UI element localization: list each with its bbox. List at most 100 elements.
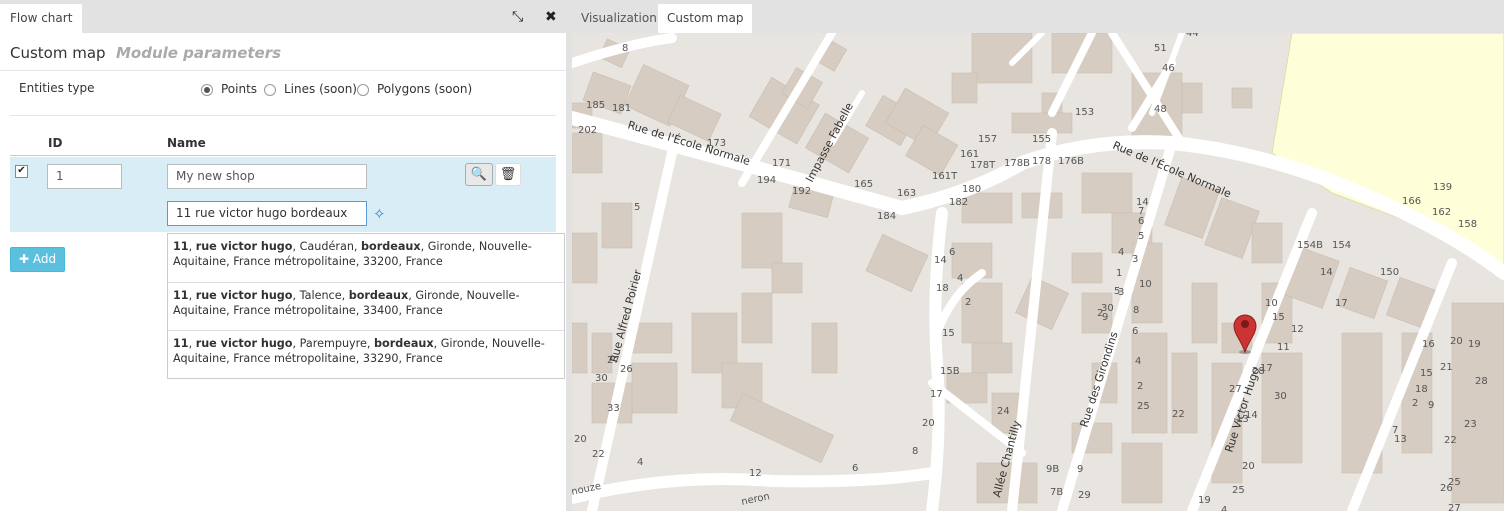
tab-custom-map[interactable]: Custom map xyxy=(658,4,753,33)
house-number: 20 xyxy=(1242,461,1255,472)
house-number: 150 xyxy=(1380,267,1399,278)
house-number: 24 xyxy=(997,406,1010,417)
row-checkbox[interactable]: ✔ xyxy=(15,165,28,178)
house-number: 139 xyxy=(1433,182,1452,193)
house-number: 173 xyxy=(707,138,726,149)
house-number: 17 xyxy=(930,389,943,400)
house-number: 202 xyxy=(578,125,597,136)
search-button[interactable]: 🔍 xyxy=(465,163,493,186)
house-number: 6 xyxy=(949,247,955,258)
house-number: 162 xyxy=(1432,207,1451,218)
plus-icon: ✚ xyxy=(18,252,29,266)
house-number: 178 xyxy=(1032,156,1051,167)
house-number: 27 xyxy=(1229,384,1242,395)
house-number: 30 xyxy=(1274,391,1287,402)
house-number: 1 xyxy=(1116,268,1122,279)
house-number: 163 xyxy=(897,188,916,199)
divider xyxy=(0,70,566,71)
house-number: 29 xyxy=(1078,490,1091,501)
house-number: 182 xyxy=(949,197,968,208)
house-number: 8 xyxy=(1133,305,1139,316)
house-number: 6 xyxy=(852,463,858,474)
map-view[interactable]: Rue de l'École Normale Rue de l'École No… xyxy=(572,33,1504,511)
tab-visualization[interactable]: Visualization xyxy=(572,4,666,33)
house-number: 22 xyxy=(1172,409,1185,420)
house-number: 23 xyxy=(1464,419,1477,430)
suggestion-area: Talence xyxy=(299,289,342,302)
suggestion-item[interactable]: 11, rue victor hugo, Caudéran, bordeaux,… xyxy=(173,239,561,269)
house-number: 2 xyxy=(965,297,971,308)
radio-polygons-label: Polygons (soon) xyxy=(377,82,473,96)
house-number: 5 xyxy=(1138,231,1144,242)
entities-type-label: Entities type xyxy=(19,81,95,95)
house-number: 15 xyxy=(1272,312,1285,323)
id-input[interactable]: 1 xyxy=(47,164,122,189)
house-number: 33 xyxy=(607,403,620,414)
module-panel: Custom map Module parameters Entities ty… xyxy=(0,33,566,511)
house-number: 157 xyxy=(978,134,997,145)
house-number: 18 xyxy=(936,283,949,294)
radio-lines-label: Lines (soon) xyxy=(284,82,357,96)
house-number: 15 xyxy=(1420,368,1433,379)
house-number: 3 xyxy=(1118,287,1124,298)
add-button-label: Add xyxy=(32,252,57,266)
house-number: 14 xyxy=(1136,197,1149,208)
house-number: 48 xyxy=(1154,104,1167,115)
search-icon: 🔍 xyxy=(470,167,488,182)
house-number: 25 xyxy=(1137,401,1150,412)
house-number: 26 xyxy=(620,364,633,375)
house-number: 181 xyxy=(612,103,631,114)
suggestion-item[interactable]: 11, rue victor hugo, Parempuyre, bordeau… xyxy=(173,336,561,366)
tab-module-parameters[interactable]: Module parameters xyxy=(116,44,281,62)
house-number: 8 xyxy=(622,43,628,54)
name-input[interactable]: My new shop xyxy=(167,164,367,189)
house-number: 2 xyxy=(1412,398,1418,409)
radio-lines[interactable] xyxy=(264,84,276,96)
house-number: 44 xyxy=(1186,33,1199,39)
house-number: 30 xyxy=(595,373,608,384)
house-number: 12 xyxy=(1291,324,1304,335)
house-number: 5 xyxy=(634,202,640,213)
house-number: 4 xyxy=(957,273,963,284)
house-number: 9 xyxy=(1077,464,1083,475)
address-input[interactable]: 11 rue victor hugo bordeaux xyxy=(167,201,367,226)
expand-icon[interactable]: ⤡ xyxy=(512,9,523,25)
house-number: 178B xyxy=(1004,158,1030,169)
house-number: 21 xyxy=(1440,362,1453,373)
suggestion-street: rue victor hugo xyxy=(195,337,293,350)
close-icon[interactable]: ✖ xyxy=(545,9,557,25)
house-number: 161 xyxy=(960,149,979,160)
house-number: 14 xyxy=(1320,267,1333,278)
delete-button[interactable]: 🗑 xyxy=(495,163,521,186)
suggestion-number: 11 xyxy=(173,337,189,350)
house-number: 7B xyxy=(1050,487,1063,498)
suggestion-street: rue victor hugo xyxy=(195,289,293,302)
house-number: 185 xyxy=(586,100,605,111)
house-number: 4 xyxy=(637,457,643,468)
house-number: 17 xyxy=(1335,298,1348,309)
house-number: 28 xyxy=(1475,376,1488,387)
crosshair-icon[interactable]: ✧ xyxy=(373,205,386,223)
house-number: 4 xyxy=(1118,247,1124,258)
add-button[interactable]: ✚ Add xyxy=(10,247,65,272)
house-number: 161T xyxy=(932,171,958,182)
house-number: 4 xyxy=(1221,505,1227,511)
house-number: 8 xyxy=(912,446,918,457)
map-canvas[interactable]: Rue de l'École Normale Rue de l'École No… xyxy=(572,33,1504,511)
house-number: 19 xyxy=(1468,339,1481,350)
house-number: 176B xyxy=(1058,156,1084,167)
column-header-id: ID xyxy=(48,136,63,150)
house-number: 22 xyxy=(592,449,605,460)
radio-points-label: Points xyxy=(221,82,258,96)
house-number: 15B xyxy=(940,366,960,377)
house-number: 20 xyxy=(574,434,587,445)
house-number: 51 xyxy=(1154,43,1167,54)
radio-points[interactable] xyxy=(201,84,213,96)
radio-polygons[interactable] xyxy=(357,84,369,96)
house-number: 30 xyxy=(1101,303,1114,314)
suggestion-number: 11 xyxy=(173,289,189,302)
suggestion-item[interactable]: 11, rue victor hugo, Talence, bordeaux, … xyxy=(173,288,561,318)
tab-flow-chart[interactable]: Flow chart xyxy=(0,4,83,33)
house-number: 16 xyxy=(1422,339,1435,350)
house-number: 11 xyxy=(1277,342,1290,353)
